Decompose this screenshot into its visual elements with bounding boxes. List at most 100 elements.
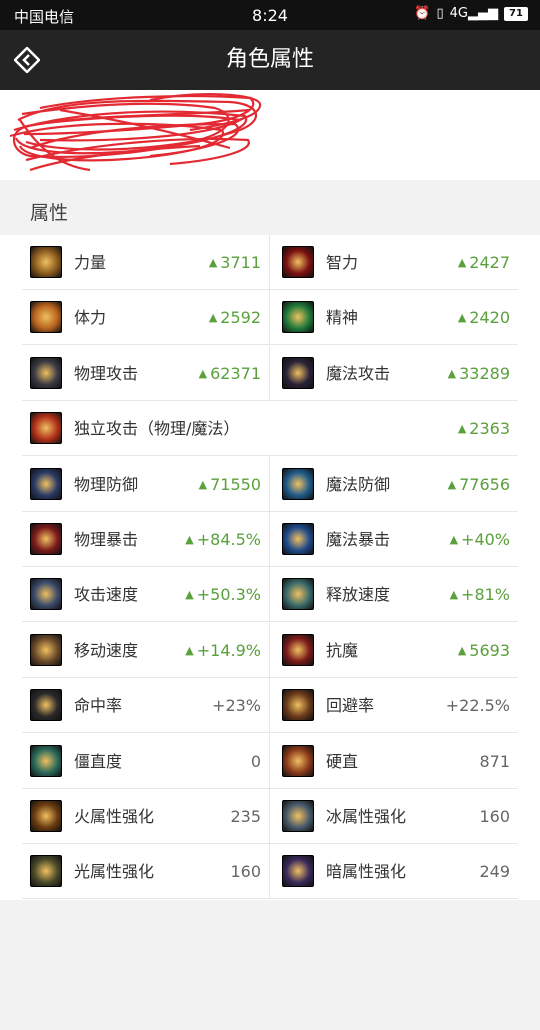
- attribute-cell: 智力 2427: [270, 235, 518, 290]
- attribute-value: 0: [250, 751, 261, 771]
- attribute-value: 2363: [458, 401, 510, 458]
- attribute-row: 物理攻击 62371 魔法攻击 33289: [22, 345, 518, 403]
- attribute-row: 物理暴击 +84.5% 魔法暴击 +40%: [22, 512, 518, 567]
- attribute-value: +84.5%: [185, 512, 261, 569]
- attribute-value: +22.5%: [445, 696, 510, 716]
- attack-speed-icon: [30, 578, 62, 611]
- attribute-label: 魔法防御: [326, 474, 391, 494]
- dark-enhance-icon: [282, 855, 314, 888]
- attribute-value: 77656: [448, 457, 510, 514]
- magic-crit-icon: [282, 523, 314, 555]
- physical-attack-icon: [30, 356, 62, 389]
- attribute-row: 命中率 +23% 回避率 +22.5%: [22, 678, 518, 734]
- hit-stun-icon: [282, 744, 314, 777]
- physical-defense-icon: [30, 467, 62, 500]
- attribute-label: 物理攻击: [74, 363, 139, 383]
- magic-attack-icon: [282, 356, 314, 389]
- attribute-value: 160: [479, 807, 510, 826]
- attribute-cell: 回避率 +22.5%: [270, 678, 518, 733]
- magic-defense-icon: [282, 467, 314, 500]
- attribute-cell: 冰属性强化 160: [270, 789, 518, 844]
- attribute-label: 力量: [74, 253, 107, 272]
- attribute-row: 力量 3711 智力 2427: [22, 235, 518, 290]
- character-profile-redacted: [0, 90, 540, 180]
- signal-icon: 4G▂▄▆: [449, 6, 498, 21]
- stiffness-icon: [30, 744, 62, 777]
- attribute-label: 魔法攻击: [326, 363, 391, 383]
- attribute-label: 独立攻击（物理/魔法）: [74, 419, 240, 439]
- attribute-label: 抗魔: [326, 640, 359, 660]
- physical-crit-icon: [30, 523, 62, 555]
- attribute-cell: 力量 3711: [22, 235, 270, 290]
- attribute-cell: 硬直 871: [270, 734, 518, 789]
- ice-enhance-icon: [282, 800, 314, 832]
- attribute-value: 62371: [199, 346, 261, 403]
- attribute-label: 攻击速度: [74, 585, 139, 605]
- battery-icon: 71: [504, 6, 528, 21]
- attribute-label: 僵直度: [74, 751, 123, 771]
- attribute-cell: 移动速度 +14.9%: [22, 622, 270, 678]
- attribute-cell: 魔法攻击 33289: [270, 346, 518, 401]
- attribute-cell: 魔法防御 77656: [270, 457, 518, 512]
- attribute-cell: 精神 2420: [270, 290, 518, 345]
- attribute-label: 精神: [326, 308, 359, 328]
- attribute-value: +40%: [450, 512, 510, 569]
- attribute-row: 体力 2592 精神 2420: [22, 290, 518, 347]
- attribute-value: 235: [230, 807, 261, 826]
- fire-enhance-icon: [30, 800, 62, 832]
- attribute-value: 160: [230, 862, 261, 882]
- attribute-cell: 攻击速度 +50.3%: [22, 567, 270, 624]
- attribute-cell: 火属性强化 235: [22, 789, 270, 844]
- attribute-cell: 释放速度 +81%: [270, 567, 518, 622]
- attribute-label: 暗属性强化: [326, 862, 407, 882]
- status-bar: 中国电信 8:24 ⏰ ▯ 4G▂▄▆ 71: [0, 0, 540, 30]
- attribute-label: 体力: [74, 308, 107, 328]
- attribute-row: 僵直度 0 硬直 871: [22, 733, 518, 789]
- attribute-cell: 独立攻击（物理/魔法） 2363: [22, 401, 518, 456]
- redaction-scribble: [9, 93, 262, 172]
- attribute-value: 5693: [458, 623, 510, 680]
- attribute-label: 物理防御: [74, 474, 139, 494]
- attribute-label: 智力: [326, 253, 359, 272]
- independent-attack-icon: [30, 412, 62, 445]
- attribute-label: 火属性强化: [74, 807, 155, 826]
- attribute-value: 3711: [209, 235, 261, 292]
- attribute-cell: 僵直度 0: [22, 733, 270, 789]
- evasion-icon: [282, 689, 314, 722]
- attributes-table: 力量 3711 智力 2427 体力 2592 精神 2420 物理攻击 62371 魔法攻击 332…: [0, 235, 540, 900]
- attribute-label: 光属性强化: [74, 862, 155, 882]
- attribute-cell: 命中率 +23%: [22, 678, 270, 734]
- status-icons: ⏰ ▯ 4G▂▄▆ 71: [414, 6, 528, 21]
- attribute-label: 冰属性强化: [326, 807, 407, 826]
- attribute-label: 魔法暴击: [326, 530, 391, 549]
- section-title-attributes: 属性: [30, 202, 69, 224]
- attribute-cell: 物理防御 71550: [22, 456, 270, 512]
- attribute-cell: 魔法暴击 +40%: [270, 512, 518, 567]
- attribute-label: 回避率: [326, 696, 375, 716]
- attribute-cell: 暗属性强化 249: [270, 844, 518, 899]
- app-bar: 角色属性: [0, 30, 540, 90]
- spirit-icon: [282, 301, 314, 334]
- cast-speed-icon: [282, 578, 314, 611]
- strength-icon: [30, 246, 62, 278]
- alarm-icon: ⏰: [414, 6, 431, 21]
- attribute-label: 物理暴击: [74, 530, 139, 549]
- attribute-cell: 抗魔 5693: [270, 623, 518, 678]
- attribute-label: 命中率: [74, 696, 123, 716]
- attribute-label: 移动速度: [74, 640, 139, 660]
- attribute-value: 2420: [458, 290, 510, 347]
- attribute-label: 释放速度: [326, 585, 391, 605]
- attribute-value: +50.3%: [185, 567, 261, 624]
- vibrate-icon: ▯: [436, 6, 444, 21]
- attribute-value: 33289: [448, 346, 510, 403]
- vitality-icon: [30, 301, 62, 334]
- page-title: 角色属性: [225, 47, 314, 72]
- attribute-value: +23%: [212, 696, 261, 716]
- attribute-value: 871: [479, 751, 510, 771]
- attribute-row: 移动速度 +14.9% 抗魔 5693: [22, 622, 518, 678]
- attribute-value: 2592: [209, 290, 261, 347]
- attribute-value: 249: [479, 862, 510, 882]
- light-enhance-icon: [30, 855, 62, 888]
- attribute-cell: 物理暴击 +84.5%: [22, 512, 270, 567]
- attribute-value: +81%: [450, 567, 510, 624]
